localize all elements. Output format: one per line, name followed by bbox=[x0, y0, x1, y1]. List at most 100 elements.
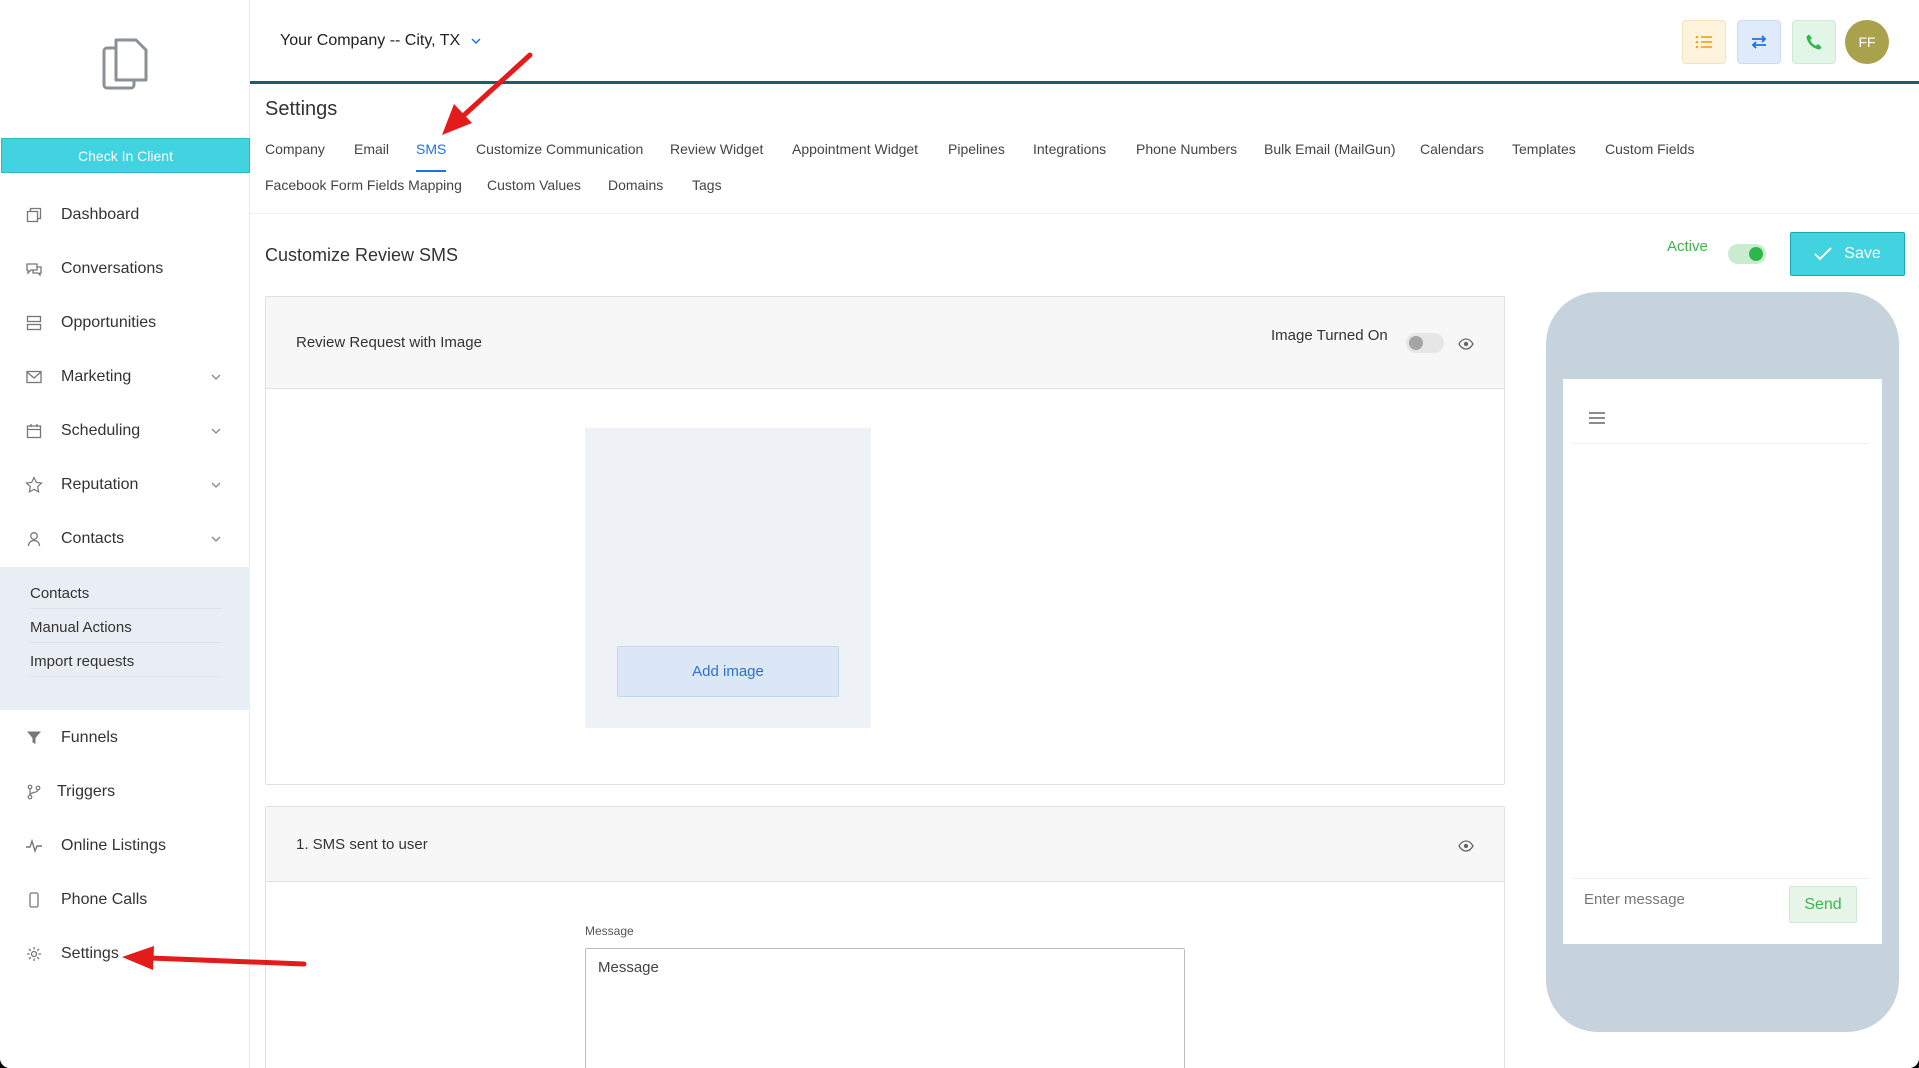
sidebar-item-settings[interactable]: Settings bbox=[0, 934, 250, 974]
card-title: Review Request with Image bbox=[296, 334, 482, 351]
card-header: Review Request with Image Image Turned O… bbox=[266, 297, 1504, 389]
chevron-down-icon bbox=[211, 428, 221, 434]
page-title: Settings bbox=[265, 98, 338, 120]
sidebar-item-contacts[interactable]: Contacts bbox=[0, 519, 250, 559]
sidebar-item-dashboard[interactable]: Dashboard bbox=[0, 195, 250, 235]
sidebar-item-conversations[interactable]: Conversations bbox=[0, 249, 250, 289]
list-icon bbox=[1695, 35, 1712, 49]
tab-integrations[interactable]: Integrations bbox=[1033, 141, 1106, 157]
tab-domains[interactable]: Domains bbox=[608, 177, 663, 193]
divider bbox=[1572, 878, 1869, 879]
sidebar-item-label: Contacts bbox=[61, 530, 125, 547]
phone-icon bbox=[1806, 34, 1822, 50]
sidebar-item-label: Funnels bbox=[61, 729, 118, 746]
contacts-submenu: Contacts Manual Actions Import requests bbox=[0, 567, 250, 710]
sidebar-item-scheduling[interactable]: Scheduling bbox=[0, 411, 250, 451]
tab-company[interactable]: Company bbox=[265, 141, 325, 157]
chevron-down-icon bbox=[211, 536, 221, 542]
company-name: Your Company -- City, TX bbox=[280, 32, 461, 49]
branch-icon bbox=[24, 782, 44, 802]
sidebar: Check In Client Dashboard Conversations … bbox=[0, 0, 250, 1068]
phone-icon bbox=[24, 890, 44, 910]
hamburger-menu-icon[interactable] bbox=[1588, 411, 1606, 425]
active-tab-indicator bbox=[416, 170, 446, 172]
tab-sms[interactable]: SMS bbox=[416, 141, 446, 157]
logo-icon bbox=[102, 38, 148, 90]
tab-appointment-widget[interactable]: Appointment Widget bbox=[792, 141, 918, 157]
submenu-item-import-requests[interactable]: Import requests bbox=[30, 647, 222, 677]
tab-custom-fields[interactable]: Custom Fields bbox=[1605, 141, 1694, 157]
tab-customize-communication[interactable]: Customize Communication bbox=[476, 141, 643, 157]
dashboard-icon bbox=[24, 205, 44, 225]
sidebar-item-label: Reputation bbox=[61, 476, 139, 493]
stack-icon bbox=[24, 313, 44, 333]
sidebar-item-reputation[interactable]: Reputation bbox=[0, 465, 250, 505]
sidebar-item-marketing[interactable]: Marketing bbox=[0, 357, 250, 397]
tab-templates[interactable]: Templates bbox=[1512, 141, 1576, 157]
chat-icon bbox=[24, 259, 44, 279]
save-button[interactable]: Save bbox=[1790, 232, 1905, 276]
card-header: 1. SMS sent to user bbox=[266, 807, 1504, 882]
tab-bulk-email[interactable]: Bulk Email (MailGun) bbox=[1264, 141, 1395, 157]
submenu-item-contacts[interactable]: Contacts bbox=[30, 579, 222, 609]
calendar-icon bbox=[24, 421, 44, 441]
tab-pipelines[interactable]: Pipelines bbox=[948, 141, 1005, 157]
tab-phone-numbers[interactable]: Phone Numbers bbox=[1136, 141, 1237, 157]
toggle-knob bbox=[1409, 336, 1423, 350]
tab-review-widget[interactable]: Review Widget bbox=[670, 141, 763, 157]
add-image-button[interactable]: Add image bbox=[617, 646, 839, 697]
chevron-down-icon bbox=[211, 374, 221, 380]
save-label: Save bbox=[1844, 245, 1881, 262]
sidebar-item-opportunities[interactable]: Opportunities bbox=[0, 303, 250, 343]
message-label: Message bbox=[585, 924, 634, 938]
sidebar-item-label: Online Listings bbox=[61, 837, 166, 854]
tab-calendars[interactable]: Calendars bbox=[1420, 141, 1484, 157]
tab-facebook-form-fields-mapping[interactable]: Facebook Form Fields Mapping bbox=[265, 177, 462, 193]
sidebar-item-label: Marketing bbox=[61, 368, 132, 385]
section-title: Customize Review SMS bbox=[265, 245, 459, 265]
submenu-item-manual-actions[interactable]: Manual Actions bbox=[30, 613, 222, 643]
eye-icon[interactable] bbox=[1458, 338, 1474, 350]
mail-icon bbox=[24, 367, 44, 387]
sidebar-item-triggers[interactable]: Triggers bbox=[0, 772, 250, 812]
sidebar-item-label: Scheduling bbox=[61, 422, 141, 439]
tab-email[interactable]: Email bbox=[354, 141, 389, 157]
divider bbox=[1572, 443, 1869, 444]
top-bar: Your Company -- City, TX FF bbox=[250, 0, 1919, 84]
task-list-button[interactable] bbox=[1682, 20, 1726, 64]
phone-button[interactable] bbox=[1792, 20, 1836, 64]
transfer-button[interactable] bbox=[1737, 20, 1781, 64]
tab-tags[interactable]: Tags bbox=[692, 177, 722, 193]
sidebar-item-phone-calls[interactable]: Phone Calls bbox=[0, 880, 250, 920]
active-toggle[interactable] bbox=[1728, 244, 1766, 264]
eye-icon[interactable] bbox=[1458, 840, 1474, 852]
gear-icon bbox=[24, 944, 44, 964]
check-in-client-button[interactable]: Check In Client bbox=[1, 138, 250, 173]
image-toggle-label: Image Turned On bbox=[1271, 327, 1388, 344]
sidebar-item-label: Dashboard bbox=[61, 206, 140, 223]
image-toggle[interactable] bbox=[1406, 333, 1444, 353]
tab-custom-values[interactable]: Custom Values bbox=[487, 177, 581, 193]
pulse-icon bbox=[24, 836, 44, 856]
sidebar-item-online-listings[interactable]: Online Listings bbox=[0, 826, 250, 866]
check-icon bbox=[1814, 247, 1832, 261]
avatar[interactable]: FF bbox=[1845, 20, 1889, 64]
star-icon bbox=[24, 475, 44, 495]
preview-message-input[interactable] bbox=[1584, 885, 1784, 913]
active-label: Active bbox=[1667, 238, 1708, 255]
sidebar-item-label: Triggers bbox=[57, 783, 116, 800]
chevron-down-icon bbox=[211, 482, 221, 488]
sidebar-item-label: Settings bbox=[61, 945, 119, 962]
sidebar-item-funnels[interactable]: Funnels bbox=[0, 718, 250, 758]
sidebar-item-label: Conversations bbox=[61, 260, 164, 277]
company-switcher[interactable]: Your Company -- City, TX bbox=[280, 32, 482, 50]
message-textarea[interactable] bbox=[585, 948, 1185, 1068]
user-icon bbox=[24, 529, 44, 549]
review-image-card: Review Request with Image Image Turned O… bbox=[265, 296, 1505, 785]
transfer-icon bbox=[1751, 35, 1767, 49]
preview-send-button[interactable]: Send bbox=[1789, 886, 1857, 923]
card-title: 1. SMS sent to user bbox=[296, 836, 428, 853]
phone-screen bbox=[1563, 379, 1882, 944]
filter-icon bbox=[24, 728, 44, 748]
sidebar-item-label: Phone Calls bbox=[61, 891, 148, 908]
